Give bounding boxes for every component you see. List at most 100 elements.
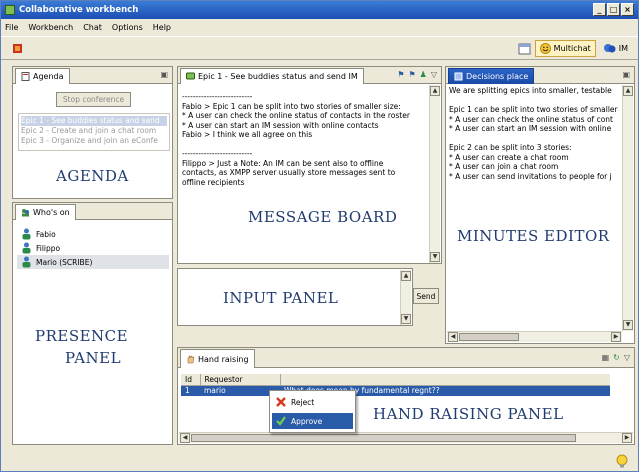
flag-icon[interactable]: [11, 42, 24, 55]
minimize-button[interactable]: _: [593, 3, 606, 16]
presence-panel: Who's on Fabio Filippo Mario (SCRIBE) PR…: [12, 202, 173, 445]
stop-conference-button[interactable]: Stop conference: [56, 92, 131, 107]
contact-name: Fabio: [36, 229, 56, 239]
toolbar: Multichat IM: [1, 36, 638, 60]
send-button[interactable]: Send: [413, 288, 439, 304]
contact-item[interactable]: Filippo: [17, 241, 169, 255]
maximize-view-icon[interactable]: ▣: [622, 70, 630, 79]
request-id: 1: [185, 386, 190, 396]
menu-file[interactable]: File: [5, 23, 18, 32]
agenda-item[interactable]: Epic 2 - Create and join a chat room: [21, 126, 167, 136]
filter-alt-icon[interactable]: ⚑: [409, 70, 416, 79]
menu-chat[interactable]: Chat: [83, 23, 102, 32]
message-line: * A user can check the online status of …: [182, 111, 410, 120]
message-board-scrollbar[interactable]: ▲ ▼: [429, 85, 440, 263]
im-button[interactable]: IM: [600, 40, 632, 57]
grid-icon[interactable]: ▦: [602, 353, 610, 362]
lightbulb-icon[interactable]: [616, 454, 628, 469]
message-line: --------------------------: [182, 92, 253, 101]
agenda-icon: [21, 72, 30, 81]
calendar-icon[interactable]: [518, 42, 531, 55]
minutes-line: [449, 96, 621, 106]
im-icon: [603, 44, 616, 53]
context-menu: Reject Approve: [269, 390, 356, 433]
message-line: offline recipients: [182, 177, 245, 187]
multichat-button[interactable]: Multichat: [534, 40, 596, 57]
agenda-item[interactable]: Epic 1 - See buddies status and send: [21, 116, 167, 126]
message-board-tab[interactable]: Epic 1 - See buddies status and send IM: [180, 68, 364, 84]
message-board-tab-label: Epic 1 - See buddies status and send IM: [198, 72, 358, 81]
scroll-down-icon[interactable]: ▼: [430, 252, 440, 262]
reject-icon: [276, 397, 286, 407]
scroll-down-icon[interactable]: ▼: [401, 314, 411, 324]
scroll-down-icon[interactable]: ▼: [623, 320, 633, 330]
filter-icon[interactable]: ⚑: [397, 70, 404, 79]
user-icon[interactable]: ♟: [420, 70, 427, 79]
minutes-line: Epic 2 can be split into 3 stories:: [449, 143, 572, 152]
status-bar: [1, 453, 638, 471]
input-panel[interactable]: INPUT PANEL ▲ ▼: [177, 268, 413, 326]
agenda-caption: AGENDA: [56, 167, 129, 185]
scroll-thumb[interactable]: [191, 434, 576, 442]
column-header-question[interactable]: [280, 374, 610, 386]
im-label: IM: [618, 44, 628, 53]
agenda-tab[interactable]: Agenda: [15, 68, 70, 84]
hand-raising-panel: Hand raising ▦ ↻ ▽ Id Requestor 1 mario …: [177, 347, 635, 445]
approve-menu-item[interactable]: Approve: [272, 413, 353, 429]
scroll-up-icon[interactable]: ▲: [623, 86, 633, 96]
window-controls: _ □ ×: [593, 3, 634, 16]
approve-icon: [276, 416, 286, 426]
contact-name: Mario (SCRIBE): [36, 257, 93, 267]
view-menu-icon[interactable]: ▽: [431, 70, 437, 79]
menu-options[interactable]: Options: [112, 23, 143, 32]
hand-raising-header-icons: ▦ ↻ ▽: [602, 353, 630, 362]
minutes-caption: MINUTES EDITOR: [457, 227, 610, 245]
contact-item[interactable]: Mario (SCRIBE): [17, 255, 169, 269]
minutes-line: * A user can create a chat room: [449, 152, 569, 162]
scroll-right-icon[interactable]: ▶: [622, 433, 632, 443]
minutes-line: * A user can join a chat room: [449, 162, 559, 171]
input-scrollbar[interactable]: ▲ ▼: [400, 270, 411, 325]
maximize-button[interactable]: □: [607, 3, 620, 16]
table-header-row: Id Requestor: [181, 374, 610, 386]
edit-icon: [454, 72, 463, 81]
minutes-text[interactable]: We are splitting epics into smaller, tes…: [449, 86, 621, 326]
refresh-icon[interactable]: ↻: [613, 353, 620, 362]
minutes-editor-panel: Decisions place ▣ We are splitting epics…: [445, 66, 635, 344]
reject-menu-item[interactable]: Reject: [272, 394, 353, 410]
scroll-up-icon[interactable]: ▲: [430, 86, 440, 96]
decisions-place-tab[interactable]: Decisions place: [448, 68, 535, 84]
menu-help[interactable]: Help: [153, 23, 171, 32]
message-board-panel: Epic 1 - See buddies status and send IM …: [177, 66, 442, 264]
scroll-right-icon[interactable]: ▶: [611, 332, 621, 342]
scroll-left-icon[interactable]: ◀: [180, 433, 190, 443]
view-menu-icon[interactable]: ▽: [624, 353, 630, 362]
column-header-requestor[interactable]: Requestor: [200, 374, 281, 386]
minutes-line: * A user can send invitations to people …: [449, 171, 612, 181]
contact-list: Fabio Filippo Mario (SCRIBE): [17, 227, 169, 269]
agenda-item[interactable]: Epic 3 - Organize and join an eConfe: [21, 136, 167, 146]
chat-icon: [186, 72, 195, 80]
person-icon: [22, 228, 31, 240]
agenda-tab-label: Agenda: [33, 72, 64, 81]
maximize-view-icon[interactable]: ▣: [160, 70, 168, 79]
message-line: Fabio > Epic 1 can be split into two sto…: [182, 101, 401, 111]
people-icon: [22, 209, 29, 217]
scroll-thumb[interactable]: [459, 333, 519, 341]
table-row[interactable]: 1 mario What does mean by fundamental re…: [181, 385, 610, 396]
whos-on-tab[interactable]: Who's on: [15, 204, 76, 220]
hand-raising-h-scrollbar[interactable]: ◀ ▶: [179, 432, 633, 443]
minutes-h-scrollbar[interactable]: ◀ ▶: [447, 331, 622, 342]
column-header-id[interactable]: Id: [181, 374, 201, 386]
presence-caption-line2: PANEL: [65, 349, 122, 367]
minutes-v-scrollbar[interactable]: ▲ ▼: [622, 85, 633, 331]
menu-workbench[interactable]: Workbench: [28, 23, 73, 32]
close-button[interactable]: ×: [621, 3, 634, 16]
agenda-panel: Agenda ▣ Stop conference Epic 1 - See bu…: [12, 66, 173, 199]
request-requestor: mario: [204, 386, 226, 396]
hand-raising-tab[interactable]: Hand raising: [180, 349, 255, 368]
contact-item[interactable]: Fabio: [17, 227, 169, 241]
message-board-tab-header: Epic 1 - See buddies status and send IM …: [178, 67, 441, 84]
scroll-left-icon[interactable]: ◀: [448, 332, 458, 342]
scroll-up-icon[interactable]: ▲: [401, 271, 411, 281]
